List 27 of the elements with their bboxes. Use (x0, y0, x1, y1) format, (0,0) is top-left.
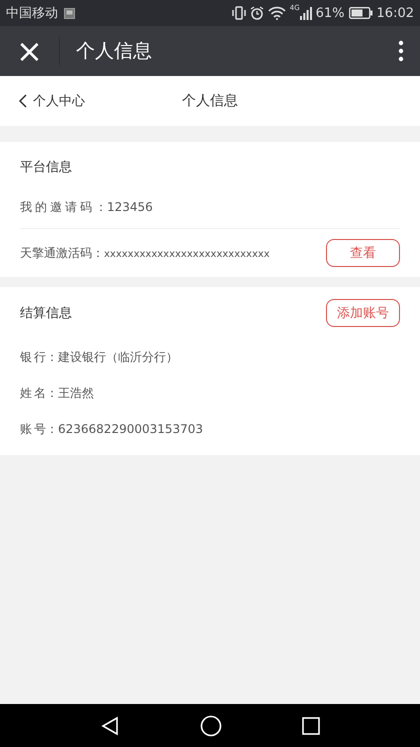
carrier-name: 中国移动 (6, 5, 58, 22)
header-title: 个人信息 (182, 92, 238, 110)
more-icon[interactable] (398, 40, 404, 62)
wifi-icon (268, 6, 286, 20)
back-link[interactable]: 个人中心 (18, 92, 85, 110)
page-title: 个人信息 (76, 39, 152, 64)
battery-percent: 61% (316, 6, 345, 20)
info-row-text: 账号：6236682290003153703 (20, 421, 204, 438)
home-icon[interactable] (200, 714, 222, 736)
battery-icon (348, 7, 373, 19)
section-title: 平台信息 (20, 159, 73, 177)
signal-icon (300, 6, 312, 20)
activation-code: 天擎通激活码：xxxxxxxxxxxxxxxxxxxxxxxxxxxx (20, 244, 270, 262)
chevron-left-icon (18, 94, 27, 108)
invite-code: 我的邀请码：123456 (20, 198, 154, 216)
info-row-text: 姓名：王浩然 (20, 385, 95, 402)
vibrate-icon (232, 6, 246, 20)
close-button[interactable]: × (12, 35, 47, 67)
clock: 16:02 (376, 6, 414, 20)
section-title: 结算信息 (20, 305, 72, 322)
image-icon (64, 8, 75, 18)
add-account-button[interactable]: 添加账号 (326, 299, 400, 327)
back-icon[interactable] (100, 716, 120, 736)
recents-icon[interactable] (302, 716, 320, 734)
info-row-text: 银行：建设银行（临沂分行） (20, 349, 179, 366)
alarm-icon (250, 6, 264, 20)
view-button[interactable]: 查看 (326, 239, 400, 267)
